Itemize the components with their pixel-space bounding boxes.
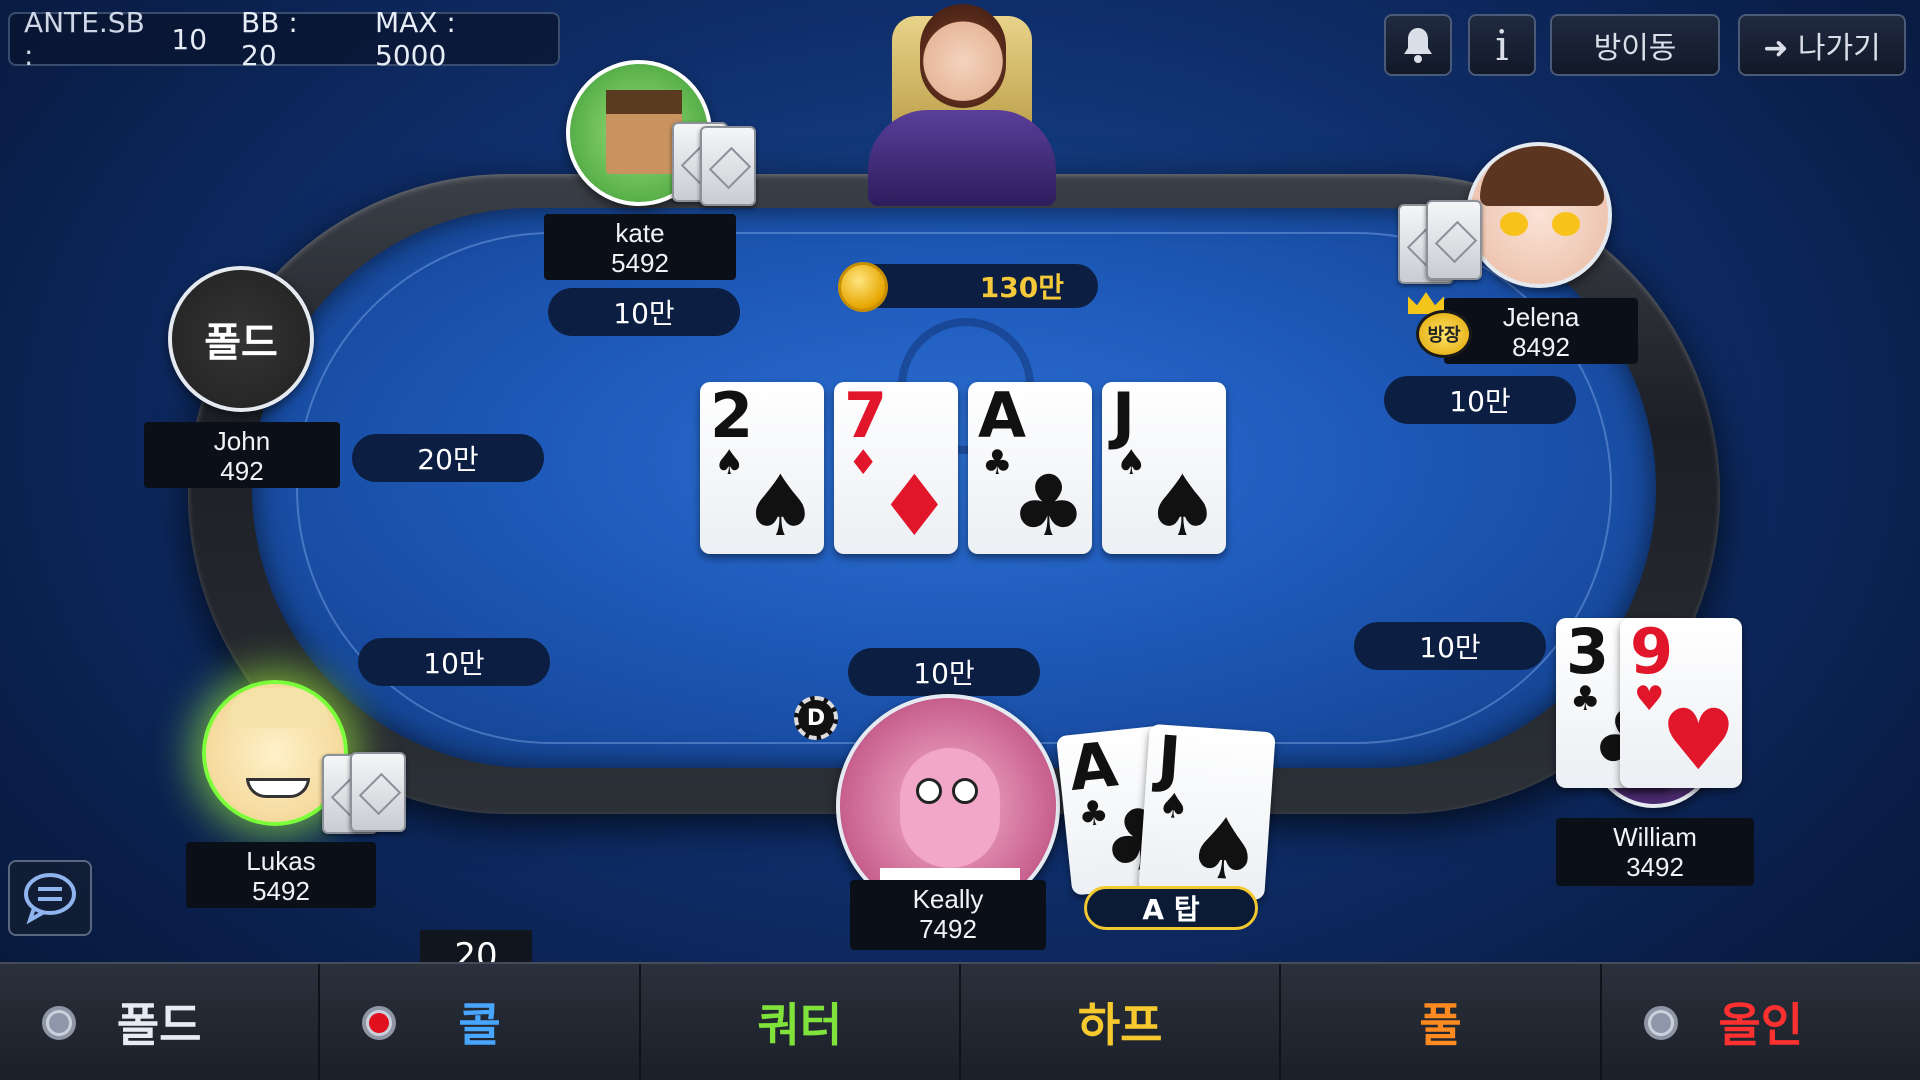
my-hole-card: J ♠ ♠	[1138, 723, 1276, 901]
player-nameplate-jelena: Jelena 8492	[1444, 298, 1638, 364]
card-suit-small: ♠	[1156, 785, 1191, 828]
player-nameplate-lukas: Lukas 5492	[186, 842, 376, 908]
notification-button[interactable]	[1384, 14, 1452, 76]
bet-amount: 10만	[613, 297, 675, 330]
community-card: A ♣ ♣	[968, 382, 1092, 554]
player-bet-jelena: 10만	[1384, 376, 1576, 424]
card-suit-small: ♦	[848, 443, 879, 483]
max-bet-label: MAX : 5000	[375, 6, 456, 72]
card-suit-small: ♠	[714, 443, 745, 483]
player-shown-card: 9 ♥ ♥	[1620, 618, 1742, 788]
hole-card-back	[1426, 200, 1482, 280]
bet-amount: 20만	[417, 443, 479, 476]
hole-card-back	[350, 752, 406, 832]
card-suit-small: ♠	[1116, 443, 1147, 483]
player-name: Lukas	[246, 846, 316, 876]
ante-label: ANTE.SB :	[24, 6, 145, 72]
move-room-button[interactable]: 방이동	[1550, 14, 1720, 76]
player-name: William	[1613, 822, 1697, 852]
half-button[interactable]: 하프	[961, 964, 1282, 1080]
community-card: 2 ♠ ♠	[700, 382, 824, 554]
info-icon: i	[1495, 20, 1509, 70]
card-rank: 7	[844, 382, 888, 452]
player-chips: 5492	[611, 248, 669, 278]
exit-label: ➜ 나가기	[1763, 31, 1881, 66]
player-avatar-jelena[interactable]	[1466, 142, 1612, 288]
player-name: John	[213, 426, 271, 456]
fold-status: 폴드	[172, 270, 310, 408]
community-card: 7 ♦ ♦	[834, 382, 958, 554]
player-bet-john: 20만	[352, 434, 544, 482]
action-bar: 폴드 콜 쿼터 하프 풀 올인	[0, 962, 1920, 1080]
hole-card-back	[700, 126, 756, 206]
card-suit-large: ♣	[1010, 457, 1086, 554]
bet-amount: 10만	[423, 647, 485, 680]
player-chips: 8492	[1512, 332, 1570, 362]
card-suit-large: ♠	[1182, 797, 1265, 901]
player-nameplate-kate: kate 5492	[544, 214, 736, 280]
card-suit-small: ♣	[982, 443, 1013, 483]
card-rank: A	[978, 382, 1026, 452]
bet-amount: 10만	[913, 657, 975, 690]
dealer-avatar	[920, 4, 1006, 108]
player-bet-lukas: 10만	[358, 638, 550, 686]
player-avatar-john[interactable]: 폴드	[168, 266, 314, 412]
exit-button[interactable]: ➜ 나가기	[1738, 14, 1906, 76]
action-label: 풀	[1419, 998, 1462, 1052]
player-name: Jelena	[1502, 302, 1580, 332]
dealer-button: D	[794, 696, 838, 740]
player-chips: 3492	[1626, 852, 1684, 882]
big-blind-label: BB : 20	[241, 6, 298, 72]
fold-radio[interactable]	[42, 1006, 76, 1040]
pot-amount-text: 130만	[979, 271, 1064, 304]
action-label: 쿼터	[757, 998, 843, 1052]
community-card: J ♠ ♠	[1102, 382, 1226, 554]
all-in-radio[interactable]	[1643, 1006, 1678, 1040]
chat-bubble-icon	[24, 873, 76, 924]
call-radio[interactable]	[362, 1006, 397, 1040]
card-rank: 2	[710, 382, 754, 452]
card-rank: 9	[1630, 618, 1674, 688]
player-name: Keally	[912, 884, 984, 914]
coin-icon	[838, 262, 888, 312]
all-in-button[interactable]: 올인	[1602, 964, 1920, 1080]
fold-button[interactable]: 폴드	[0, 964, 321, 1080]
bell-icon	[1404, 28, 1432, 63]
card-suit-large: ♠	[742, 457, 818, 554]
card-suit-large: ♥	[1660, 691, 1736, 788]
player-bet-william: 10만	[1354, 622, 1546, 670]
card-suit-large: ♦	[876, 457, 952, 554]
call-button[interactable]: 콜	[320, 964, 641, 1080]
player-chips: 5492	[252, 876, 310, 906]
info-button[interactable]: i	[1468, 14, 1536, 76]
card-suit-large: ♠	[1144, 457, 1220, 554]
quarter-button[interactable]: 쿼터	[641, 964, 961, 1080]
card-rank: J	[1112, 382, 1136, 452]
player-chips: 492	[220, 456, 264, 486]
action-label: 폴드	[116, 998, 202, 1052]
player-name: kate	[615, 218, 665, 248]
hand-rank-label: A 탑	[1084, 886, 1258, 930]
action-label: 올인	[1718, 998, 1804, 1052]
action-label: 하프	[1077, 998, 1163, 1052]
card-rank: 3	[1566, 618, 1610, 688]
bet-amount: 10만	[1449, 385, 1511, 418]
player-bet-keally: 10만	[848, 648, 1040, 696]
chat-button[interactable]	[8, 860, 92, 936]
player-nameplate-john: John 492	[144, 422, 340, 488]
bet-amount: 10만	[1419, 631, 1481, 664]
card-rank: J	[1155, 723, 1184, 796]
action-label: 콜	[458, 998, 501, 1052]
player-chips: 7492	[919, 914, 977, 944]
dealer-body	[868, 110, 1056, 206]
ante-value: 10	[171, 22, 208, 56]
player-bet-kate: 10만	[548, 288, 740, 336]
card-rank: A	[1065, 727, 1121, 806]
player-nameplate-keally: Keally 7492	[850, 880, 1046, 950]
full-button[interactable]: 풀	[1281, 964, 1602, 1080]
player-nameplate-william: William 3492	[1556, 818, 1754, 886]
blinds-info: ANTE.SB : 10 BB : 20 MAX : 5000	[8, 6, 560, 72]
host-badge: 방장	[1416, 310, 1472, 358]
move-room-label: 방이동	[1593, 31, 1677, 66]
